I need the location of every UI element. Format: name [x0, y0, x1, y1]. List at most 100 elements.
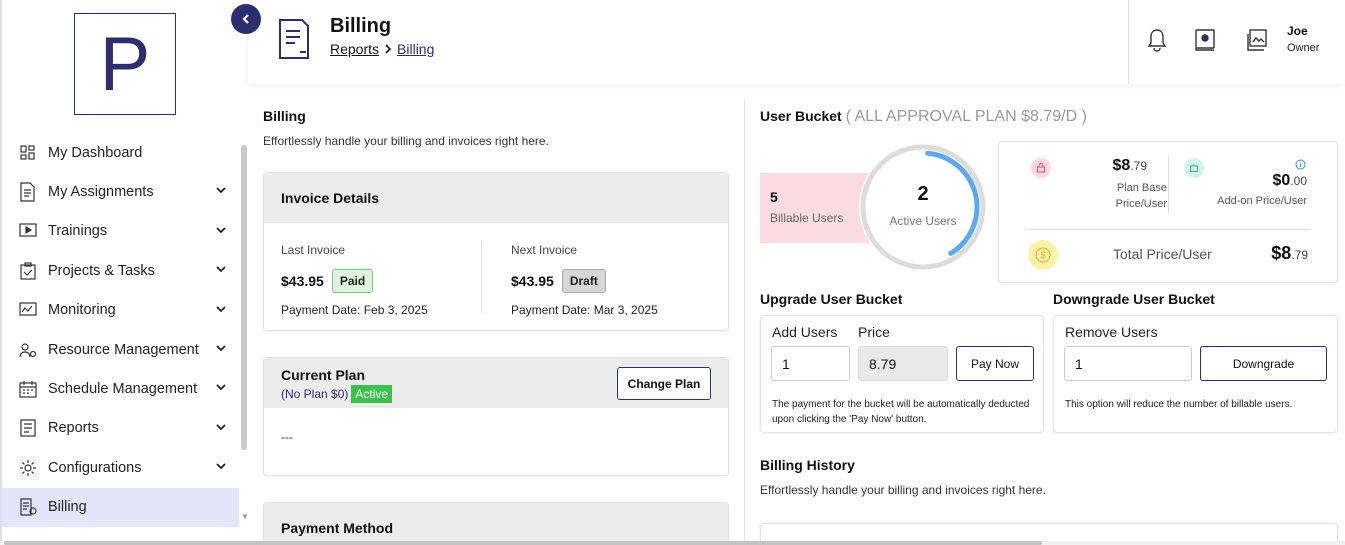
chevron-down-icon: [216, 187, 226, 194]
column-divider: [744, 100, 745, 545]
sidebar-item-label: Reports: [48, 420, 99, 437]
billable-users-box: 5 Billable Users: [760, 173, 870, 243]
sidebar-item-my-assignments[interactable]: My Assignments: [2, 172, 239, 211]
sidebar-item-monitoring[interactable]: Monitoring: [2, 291, 239, 330]
breadcrumb-billing-link[interactable]: Billing: [397, 41, 434, 57]
svg-text:$: $: [1040, 251, 1046, 262]
user-bucket-label: User Bucket: [760, 108, 842, 124]
upgrade-title: Upgrade User Bucket: [760, 291, 903, 307]
section-subtitle: Effortlessly handle your billing and inv…: [263, 134, 549, 148]
payment-method-card: Payment Method: [263, 502, 729, 545]
sidebar-nav: My Dashboard My Assignments Trainings Pr…: [2, 133, 239, 527]
last-invoice-date: Payment Date: Feb 3, 2025: [281, 303, 428, 317]
sidebar: P My Dashboard My Assignments Trainings …: [0, 0, 249, 545]
addon-price: $0.00: [1273, 172, 1307, 190]
last-invoice: Last Invoice $43.95 Paid Payment Date: Fe…: [281, 243, 428, 317]
billing-history-title: Billing History: [760, 457, 855, 473]
base-price-dec: .79: [1130, 159, 1147, 173]
bell-icon[interactable]: [1146, 28, 1168, 52]
sidebar-item-my-dashboard[interactable]: My Dashboard: [2, 133, 239, 172]
sidebar-item-trainings[interactable]: Trainings: [2, 212, 239, 251]
divider: [1028, 229, 1310, 230]
addon-price-label: Add-on Price/User: [1217, 195, 1307, 207]
sidebar-item-configurations[interactable]: Configurations: [2, 448, 239, 487]
price-summary-card: $8.79 Plan Base Price/User $0.00 Add-on …: [998, 141, 1338, 283]
downgrade-card: Remove Users Downgrade This option will …: [1053, 315, 1338, 433]
sidebar-item-label: My Assignments: [48, 184, 154, 201]
sidebar-item-label: Monitoring: [48, 302, 116, 319]
billable-users-label: Billable Users: [770, 211, 844, 225]
collapse-sidebar-button[interactable]: [231, 4, 261, 34]
pay-now-button[interactable]: Pay Now: [956, 346, 1034, 381]
breadcrumb-reports-link[interactable]: Reports: [330, 41, 379, 57]
sidebar-item-label: Resource Management: [48, 341, 199, 358]
document-icon: [279, 19, 309, 59]
sidebar-item-schedule-management[interactable]: Schedule Management: [2, 369, 239, 408]
addon-price-int: $0: [1272, 172, 1291, 189]
divider: [1128, 0, 1129, 84]
chevron-down-icon: [216, 227, 226, 234]
active-users-ring: [859, 143, 987, 271]
next-invoice: Next Invoice $43.95 Draft Payment Date: M…: [511, 243, 658, 317]
status-badge-paid: Paid: [331, 269, 374, 293]
report-icon: [18, 418, 38, 438]
user-name[interactable]: Joe: [1287, 24, 1308, 38]
active-users-count: 2: [917, 183, 929, 205]
logo-letter: P: [99, 21, 151, 107]
top-bar: Billing Reports Billing Joe Owner: [248, 0, 1345, 84]
chevron-down-icon: [216, 345, 226, 352]
puzzle-icon: [1184, 158, 1204, 178]
total-price: $8.79: [1271, 243, 1308, 264]
breadcrumb: Reports Billing: [330, 41, 434, 57]
user-profile-icon[interactable]: [1246, 28, 1268, 52]
upgrade-note: The payment for the bucket will be autom…: [772, 399, 1030, 425]
status-badge-draft: Draft: [561, 269, 606, 293]
sidebar-item-projects-tasks[interactable]: Projects & Tasks: [2, 251, 239, 290]
divider: [1168, 157, 1169, 213]
sidebar-item-billing[interactable]: Billing: [2, 487, 239, 527]
add-users-input[interactable]: [771, 346, 850, 381]
horizontal-scrollbar[interactable]: [4, 541, 1042, 545]
play-icon: [18, 221, 38, 241]
sidebar-item-label: My Dashboard: [48, 144, 143, 161]
total-price-dec: .79: [1291, 248, 1308, 262]
assignments-icon: [18, 182, 38, 202]
remove-users-label: Remove Users: [1065, 324, 1158, 340]
total-price-int: $8: [1271, 243, 1292, 263]
chevron-down-icon: [216, 424, 226, 431]
base-price: $8.79: [1113, 157, 1147, 175]
chevron-down-icon: [216, 463, 226, 470]
next-invoice-amount: $43.95: [511, 273, 554, 289]
card-title: Payment Method: [264, 503, 728, 545]
base-price-label: Plan Base Price/User: [1116, 180, 1167, 212]
scroll-down-icon[interactable]: ▼: [241, 512, 249, 521]
page-title: Billing: [330, 15, 392, 37]
bucket-plan-label: ( ALL APPROVAL PLAN $8.79/D ): [845, 108, 1087, 125]
price-input: [858, 346, 948, 381]
price-label: Price: [858, 324, 890, 340]
chevron-left-icon: [242, 14, 249, 24]
info-icon[interactable]: [1295, 159, 1306, 170]
sidebar-item-resource-management[interactable]: Resource Management: [2, 330, 239, 369]
users-gear-icon: [18, 340, 38, 360]
sidebar-item-reports[interactable]: Reports: [2, 409, 239, 448]
last-invoice-label: Last Invoice: [281, 243, 346, 257]
chevron-right-icon: [385, 44, 392, 54]
sidebar-item-label: Configurations: [48, 459, 142, 476]
sidebar-scrollbar[interactable]: [241, 145, 247, 450]
downgrade-button[interactable]: Downgrade: [1200, 346, 1327, 381]
sidebar-item-label: Schedule Management: [48, 381, 198, 398]
remove-users-input[interactable]: [1064, 346, 1192, 381]
plan-name: (No Plan $0): [281, 387, 349, 401]
change-plan-button[interactable]: Change Plan: [617, 367, 711, 400]
addon-price-dec: .00: [1290, 174, 1307, 188]
book-icon[interactable]: [1194, 28, 1216, 52]
status-badge-active: Active: [351, 385, 393, 403]
user-role: Owner: [1287, 42, 1320, 54]
next-invoice-label: Next Invoice: [511, 243, 578, 257]
user-bucket-title: User Bucket ( ALL APPROVAL PLAN $8.79/D …: [760, 108, 1087, 126]
dashboard-icon: [18, 143, 38, 163]
billing-history-subtitle: Effortlessly handle your billing and inv…: [760, 483, 1046, 497]
plan-details: ---: [281, 430, 293, 444]
downgrade-title: Downgrade User Bucket: [1053, 291, 1215, 307]
